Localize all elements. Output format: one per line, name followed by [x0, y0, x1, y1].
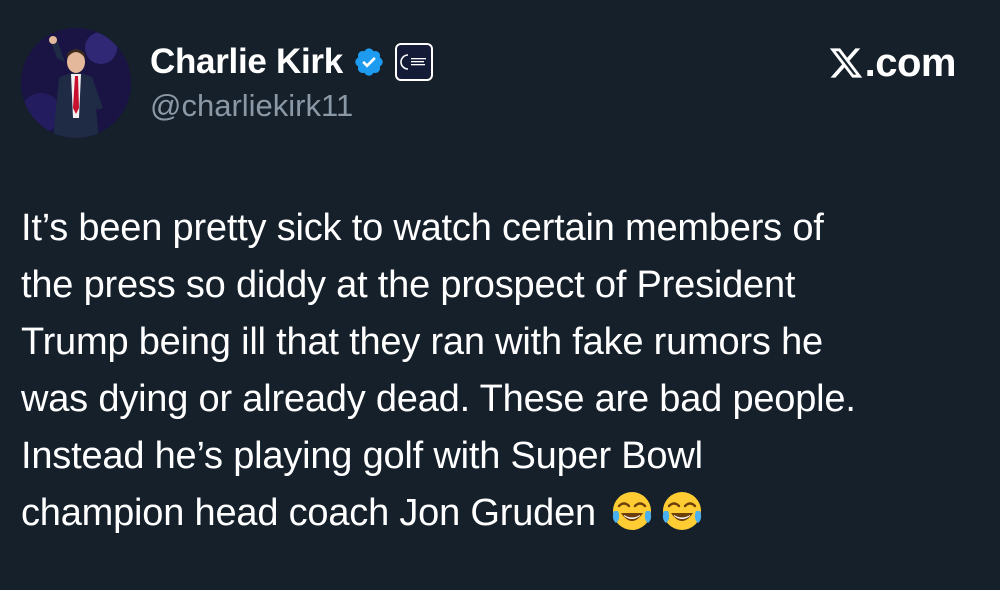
tweet-last-line: champion head coach Jon Gruden: [21, 485, 981, 542]
author-display-name[interactable]: Charlie Kirk: [150, 42, 343, 82]
tweet-line: It’s been pretty sick to watch certain m…: [21, 207, 824, 249]
tweet-line: the press so diddy at the prospect of Pr…: [21, 264, 796, 306]
org-badge-logo: [396, 45, 431, 79]
tweet-line: Instead he’s playing golf with Super Bow…: [21, 435, 703, 477]
avatar-photo: [21, 28, 131, 138]
face-with-tears-of-joy-icon: [660, 489, 704, 533]
tweet-body: It’s been pretty sick to watch certain m…: [21, 200, 981, 542]
author-name-row: Charlie Kirk: [150, 40, 433, 84]
brand-dot-com: .com: [864, 40, 957, 85]
affiliate-org-badge[interactable]: [394, 43, 433, 81]
avatar[interactable]: [21, 28, 131, 138]
tweet-line: champion head coach Jon Gruden: [21, 492, 596, 534]
face-with-tears-of-joy-icon: [610, 489, 654, 533]
tweet-card: Charlie Kirk @charliekirk11 .com It’s be…: [0, 0, 1000, 590]
tweet-line: was dying or already dead. These are bad…: [21, 378, 856, 420]
x-com-brand: .com: [828, 38, 956, 88]
x-logo-icon: [829, 48, 862, 78]
author-handle[interactable]: @charliekirk11: [150, 88, 353, 124]
turning-point-logo-icon: [400, 54, 426, 70]
verified-badge-icon[interactable]: [353, 46, 385, 78]
tweet-line: Trump being ill that they ran with fake …: [21, 321, 823, 363]
